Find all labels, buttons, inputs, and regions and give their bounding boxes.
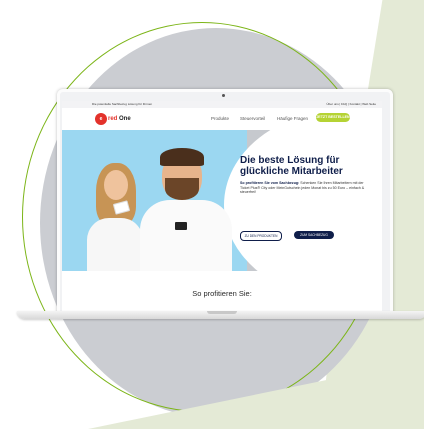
woman-body	[87, 218, 143, 271]
edenred-one-logo[interactable]: e red One	[95, 113, 131, 125]
website-viewport: Die potentielle Sachbezug Lösung für Fir…	[62, 101, 382, 311]
laptop-camera	[222, 94, 225, 97]
topbar-links[interactable]: Über uns | FAQ | Kontakt | Web Seite	[327, 101, 376, 108]
woman-face	[104, 170, 128, 200]
benefits-section-title: So profitieren Sie:	[192, 289, 252, 298]
smartphone-image	[175, 222, 187, 230]
hero-banner: Die beste Lösung für glückliche Mitarbei…	[62, 130, 382, 271]
hero-description: So profitieren Sie vom Sachbezug: Schenk…	[240, 181, 370, 195]
nav-item-haeufige-fragen[interactable]: Häufige Fragen	[277, 116, 308, 121]
man-body	[140, 200, 232, 271]
nav-item-produkte[interactable]: Produkte	[211, 116, 229, 121]
man-beard	[165, 178, 199, 200]
logo-wordmark: red One	[108, 116, 131, 122]
hero-title: Die beste Lösung für glückliche Mitarbei…	[240, 155, 343, 177]
laptop-base-notch	[207, 311, 237, 314]
top-info-bar: Die potentielle Sachbezug Lösung für Fir…	[62, 101, 382, 108]
hero-white-shape	[224, 130, 382, 271]
edenred-logo-mark: e	[95, 113, 107, 125]
hero-description-lead: So profitieren Sie vom Sachbezug:	[240, 181, 300, 185]
laptop-base	[17, 311, 424, 319]
sachbezug-button[interactable]: ZUM SACHBEZUG	[294, 231, 334, 239]
topbar-tagline: Die potentielle Sachbezug Lösung für Fir…	[92, 102, 153, 106]
man-hair	[160, 148, 204, 166]
main-navigation: e red One Produkte Steuervorteil Häufige…	[62, 108, 382, 130]
products-button[interactable]: ZU DEN PRODUKTEN	[240, 231, 282, 241]
nav-item-steuervorteil[interactable]: Steuervorteil	[240, 116, 265, 121]
hero-text-block: Die beste Lösung für glückliche Mitarbei…	[240, 155, 370, 195]
order-now-button[interactable]: JETZT BESTELLEN	[316, 113, 350, 122]
laptop-screen-frame: Die potentielle Sachbezug Lösung für Fir…	[57, 89, 393, 317]
